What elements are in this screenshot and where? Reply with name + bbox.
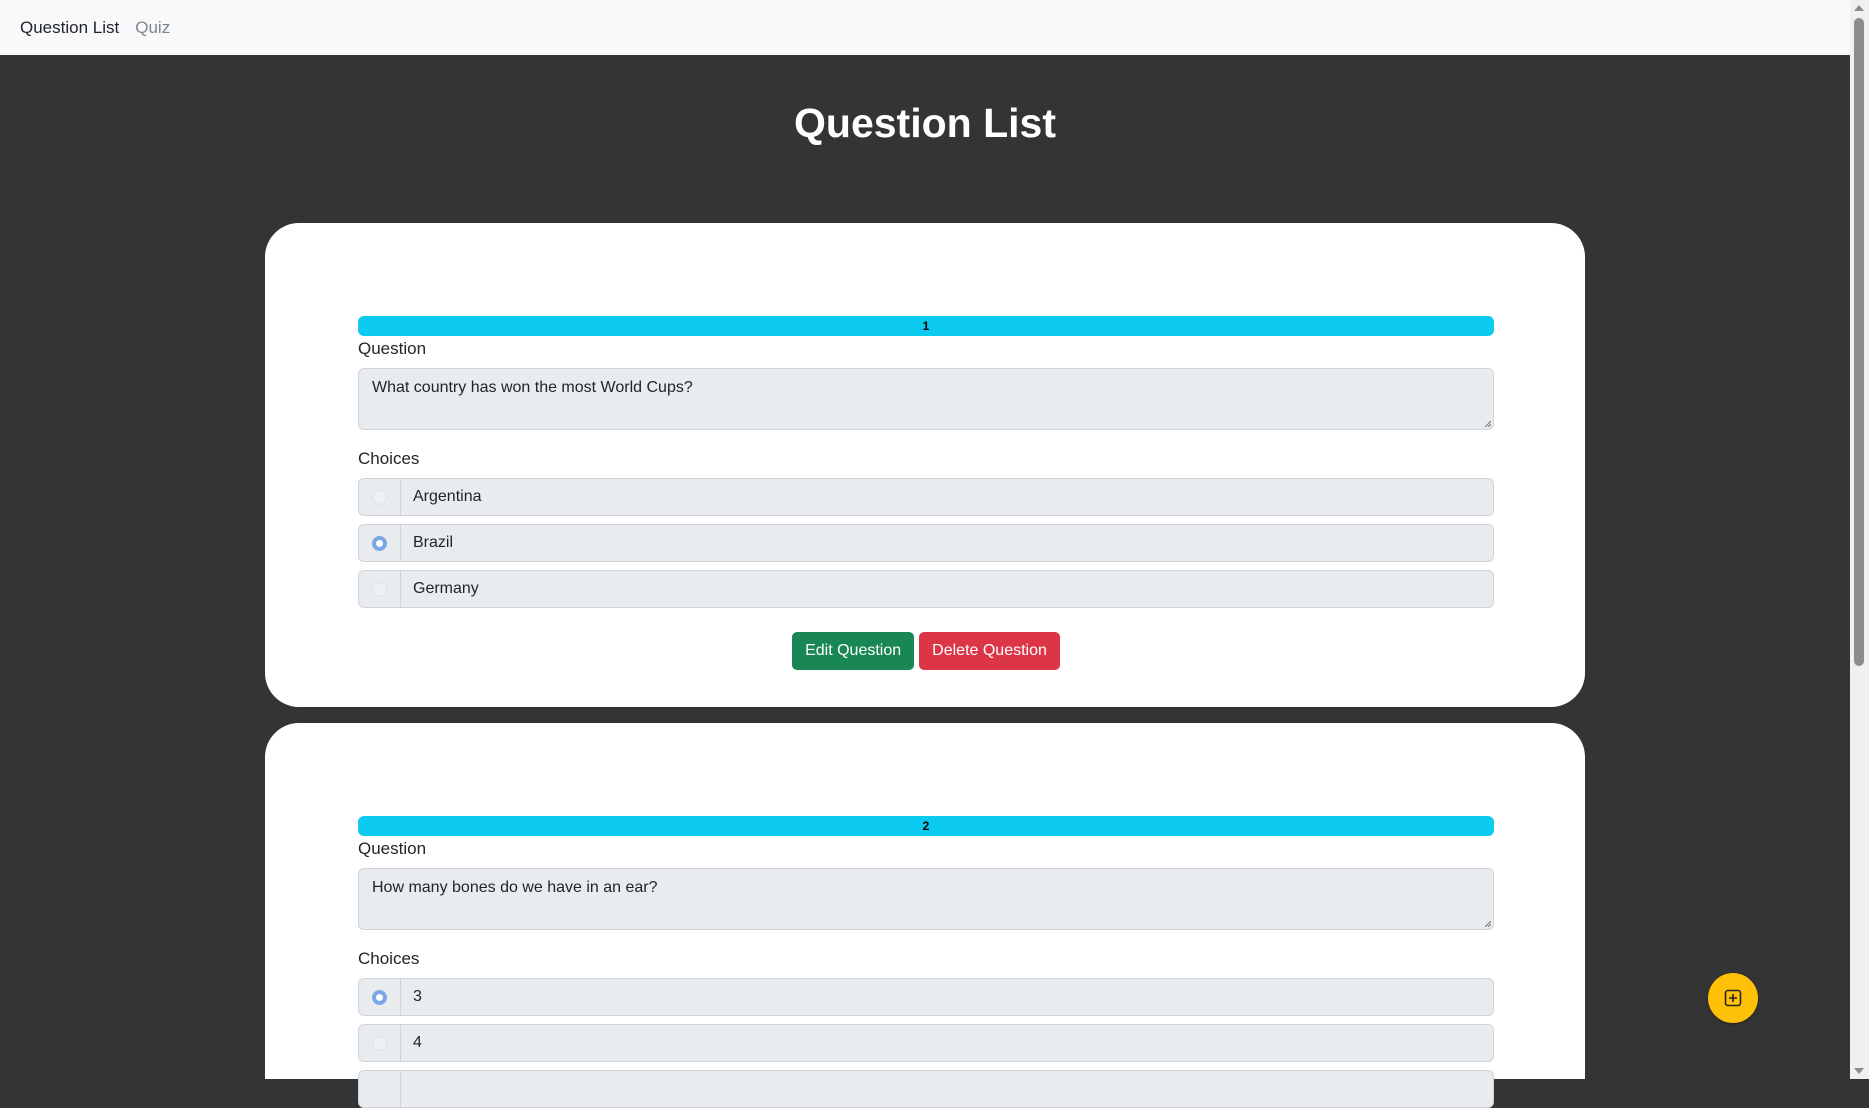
choice-radio-cell[interactable] — [359, 525, 401, 561]
delete-question-button[interactable]: Delete Question — [919, 632, 1060, 670]
choice-text: 4 — [413, 1034, 422, 1051]
question-card: 1 Question What country has won the most… — [265, 223, 1585, 707]
radio-button-checked[interactable] — [372, 989, 387, 1005]
question-label: Question — [358, 839, 427, 858]
choice-radio-cell[interactable] — [359, 479, 401, 515]
scroll-thumb[interactable] — [1854, 18, 1864, 666]
question-number-bar: 2 — [358, 816, 1494, 836]
question-text: How many bones do we have in an ear? — [372, 879, 658, 896]
question-actions: Edit Question Delete Question — [358, 632, 1494, 670]
choice-radio-cell[interactable] — [359, 1025, 401, 1061]
choice-text: Argentina — [413, 488, 482, 505]
nav-quiz-link[interactable]: Quiz — [135, 18, 170, 38]
question-text: What country has won the most World Cups… — [372, 379, 693, 396]
nav-question-list-link[interactable]: Question List — [20, 18, 119, 38]
plus-square-icon — [1724, 989, 1742, 1007]
choice-item: 3 — [358, 978, 1494, 1016]
edit-question-button[interactable]: Edit Question — [792, 632, 915, 670]
choice-item: Brazil — [358, 524, 1494, 562]
choice-item-partial — [358, 1070, 1494, 1108]
question-label: Question — [358, 339, 427, 358]
choice-text: Germany — [413, 580, 479, 597]
choice-radio-cell[interactable] — [359, 1071, 401, 1107]
choice-radio-cell[interactable] — [359, 571, 401, 607]
navbar: Question List Quiz — [0, 0, 1850, 55]
question-number: 1 — [358, 316, 1494, 336]
choice-radio-cell[interactable] — [359, 979, 401, 1015]
question-number-bar: 1 — [358, 316, 1494, 336]
radio-button[interactable] — [372, 1035, 387, 1051]
add-question-button[interactable] — [1708, 973, 1758, 1023]
scrollbar[interactable] — [1850, 0, 1869, 1079]
choice-item: Germany — [358, 570, 1494, 608]
radio-button-checked[interactable] — [372, 535, 387, 551]
scroll-down-arrow-icon[interactable] — [1854, 1068, 1864, 1074]
choice-text: 3 — [413, 988, 422, 1005]
choices-label: Choices — [358, 449, 420, 468]
radio-button[interactable] — [372, 489, 387, 505]
resize-grip-icon[interactable] — [1483, 919, 1491, 927]
choice-text — [401, 1071, 1493, 1107]
resize-grip-icon[interactable] — [1483, 419, 1491, 427]
page-title: Question List — [794, 100, 1056, 146]
choice-text: Brazil — [413, 534, 454, 551]
choice-item: 4 — [358, 1024, 1494, 1062]
choice-item: Argentina — [358, 478, 1494, 516]
question-textarea[interactable]: How many bones do we have in an ear? — [358, 868, 1494, 930]
question-card: 2 Question How many bones do we have in … — [265, 723, 1585, 1108]
question-number: 2 — [358, 816, 1494, 836]
choices-label: Choices — [358, 949, 420, 968]
radio-button[interactable] — [372, 581, 387, 597]
scroll-up-arrow-icon[interactable] — [1854, 5, 1864, 11]
question-textarea[interactable]: What country has won the most World Cups… — [358, 368, 1494, 430]
